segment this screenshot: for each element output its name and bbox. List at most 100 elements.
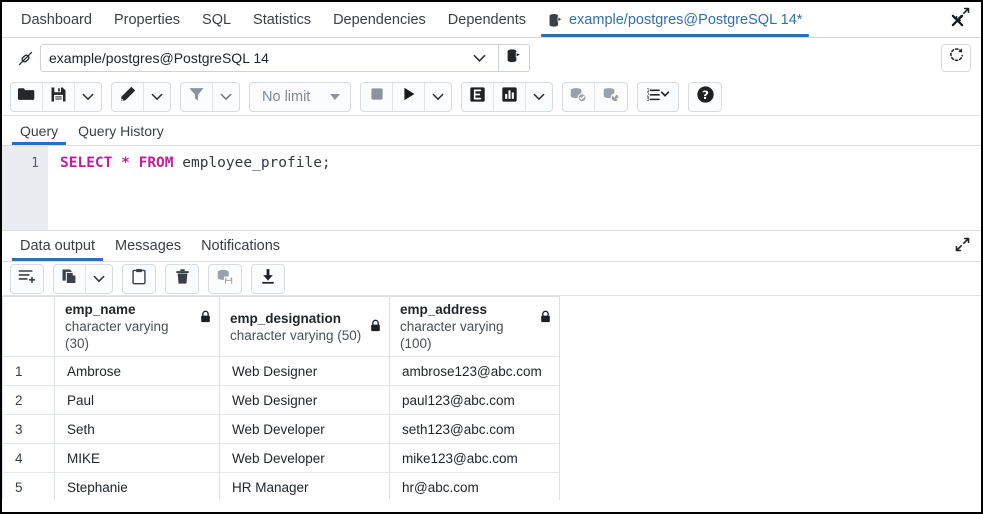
sql-code[interactable]: SELECT * FROM employee_profile;	[48, 146, 981, 230]
explain-analyze-icon	[501, 86, 518, 108]
open-file-button[interactable]	[11, 82, 43, 111]
filter-button[interactable]	[181, 82, 213, 111]
line-number: 1	[31, 156, 39, 171]
save-file-button[interactable]	[43, 82, 75, 111]
tab-label: Properties	[113, 12, 181, 28]
table-row[interactable]: 3 Seth Web Developer seth123@abc.com	[2, 414, 560, 444]
data-grid-toolbar	[2, 262, 981, 296]
explain-analyze-button[interactable]	[494, 82, 527, 111]
tab-query-tool[interactable]: example/postgres@PostgreSQL 14*	[537, 3, 813, 37]
copy-icon	[61, 268, 78, 290]
cell-emp-designation[interactable]: HR Manager	[219, 472, 390, 500]
delete-row-button[interactable]	[166, 265, 198, 293]
cell-emp-address[interactable]: ambrose123@abc.com	[389, 356, 560, 386]
tab-dependencies[interactable]: Dependencies	[322, 3, 437, 37]
tab-label: Dependents	[447, 12, 526, 28]
lock-icon	[200, 310, 211, 328]
sql-editor[interactable]: 1 SELECT * FROM employee_profile;	[2, 146, 981, 230]
transaction-button-group	[562, 81, 629, 112]
edit-dropdown[interactable]	[144, 83, 170, 111]
help-icon: ?	[696, 85, 715, 109]
cell-emp-name[interactable]: Ambrose	[54, 356, 220, 386]
row-number-header	[2, 296, 55, 357]
object-tab-strip: Dashboard Properties SQL Statistics Depe…	[2, 2, 981, 38]
macros-button-group: 1 2 3	[637, 81, 680, 112]
expand-output-panel-button[interactable]	[951, 236, 973, 258]
tab-messages[interactable]: Messages	[105, 230, 191, 261]
tab-sql[interactable]: SQL	[191, 3, 242, 37]
help-button-group: ?	[688, 81, 723, 112]
column-name: emp_designation	[230, 310, 342, 326]
active-tab-indicator	[540, 34, 810, 37]
column-header-emp-name[interactable]: emp_name character varying (30)	[54, 296, 220, 357]
editor-gutter: 1	[2, 146, 48, 230]
cell-emp-designation[interactable]: Web Developer	[219, 443, 390, 473]
expand-icon	[955, 7, 970, 27]
tab-statistics[interactable]: Statistics	[242, 3, 322, 37]
refresh-button[interactable]	[941, 44, 971, 72]
tab-data-output[interactable]: Data output	[10, 230, 105, 261]
tab-query-history[interactable]: Query History	[68, 116, 174, 145]
table-row[interactable]: 2 Paul Web Designer paul123@abc.com	[2, 385, 560, 415]
paste-group	[122, 263, 156, 294]
tab-properties[interactable]: Properties	[103, 3, 191, 37]
tab-dashboard[interactable]: Dashboard	[10, 3, 103, 37]
table-row[interactable]: 5 Stephanie HR Manager hr@abc.com	[2, 472, 560, 500]
tab-dependents[interactable]: Dependents	[437, 3, 537, 37]
results-table: emp_name character varying (30) emp_desi…	[2, 296, 560, 500]
explain-dropdown[interactable]	[526, 83, 552, 111]
connection-select[interactable]: example/postgres@PostgreSQL 14	[40, 44, 498, 72]
save-file-dropdown[interactable]	[75, 83, 101, 111]
cell-emp-name[interactable]: Paul	[54, 385, 220, 415]
paste-button[interactable]	[123, 265, 155, 293]
connection-execute-button[interactable]	[498, 44, 530, 72]
column-name: emp_name	[65, 302, 136, 317]
execute-query-button[interactable]	[393, 82, 426, 111]
delete-group	[165, 263, 199, 294]
tab-label: Query History	[78, 122, 164, 139]
cell-emp-name[interactable]: Stephanie	[54, 472, 220, 500]
explain-button-group	[461, 81, 554, 112]
rollback-button[interactable]	[595, 83, 627, 111]
copy-button[interactable]	[54, 264, 86, 293]
table-row[interactable]: 4 MIKE Web Developer mike123@abc.com	[2, 443, 560, 473]
chevron-down-icon	[533, 88, 545, 106]
stop-query-button[interactable]	[361, 82, 394, 111]
copy-dropdown[interactable]	[86, 265, 112, 293]
column-name: emp_address	[400, 302, 488, 317]
expand-query-panel-button[interactable]	[951, 6, 973, 28]
cell-emp-address[interactable]: hr@abc.com	[389, 472, 560, 500]
add-row-button[interactable]	[11, 265, 43, 293]
explain-button[interactable]	[462, 82, 495, 111]
cell-emp-name[interactable]: Seth	[54, 414, 220, 444]
sql-token-space	[130, 155, 139, 171]
download-results-button[interactable]	[252, 265, 284, 293]
table-row[interactable]: 1 Ambrose Web Designer ambrose123@abc.co…	[2, 356, 560, 386]
column-header-emp-designation[interactable]: emp_designation character varying (50)	[219, 296, 390, 357]
cell-emp-name[interactable]: MIKE	[54, 443, 220, 473]
disconnected-link-icon	[10, 44, 40, 72]
tab-query[interactable]: Query	[10, 116, 68, 145]
tab-notifications[interactable]: Notifications	[191, 230, 290, 261]
row-number: 1	[2, 356, 55, 386]
cell-emp-designation[interactable]: Web Developer	[219, 414, 390, 444]
commit-button[interactable]	[563, 82, 596, 111]
cell-emp-address[interactable]: seth123@abc.com	[389, 414, 560, 444]
cell-emp-designation[interactable]: Web Designer	[219, 385, 390, 415]
help-button[interactable]: ?	[689, 83, 721, 111]
edit-button[interactable]	[112, 82, 144, 111]
cell-emp-address[interactable]: mike123@abc.com	[389, 443, 560, 473]
macros-button[interactable]: 1 2 3	[638, 83, 678, 111]
row-limit-select[interactable]: No limit	[250, 83, 350, 111]
filter-dropdown[interactable]	[213, 83, 239, 111]
save-data-icon	[216, 268, 235, 290]
cell-emp-address[interactable]: paul123@abc.com	[389, 385, 560, 415]
sql-token-keyword: SELECT	[60, 155, 113, 171]
svg-text:3: 3	[647, 97, 650, 102]
chevron-down-icon	[151, 88, 163, 106]
execute-dropdown[interactable]	[425, 83, 451, 111]
tab-label: Dependencies	[333, 12, 426, 28]
cell-emp-designation[interactable]: Web Designer	[219, 356, 390, 386]
save-data-button[interactable]	[209, 265, 241, 293]
column-header-emp-address[interactable]: emp_address character varying (100)	[389, 296, 560, 357]
